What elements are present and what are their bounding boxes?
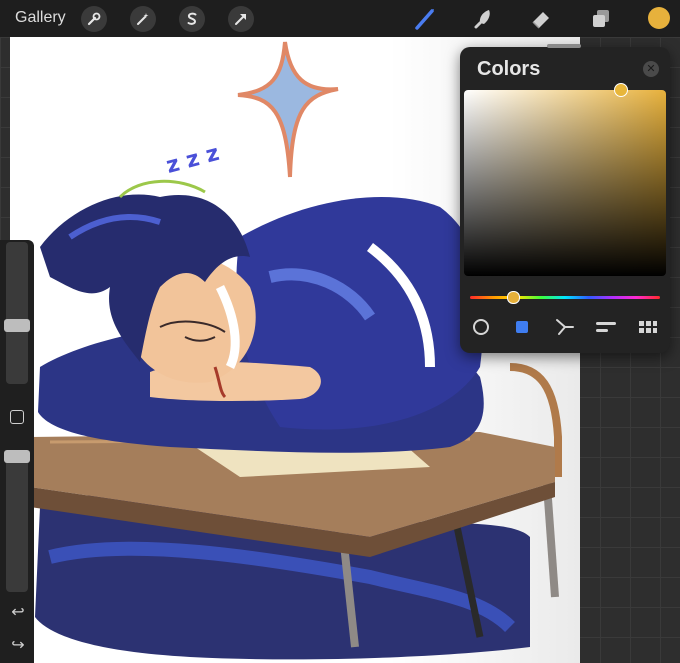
saturation-value-picker[interactable]: [464, 90, 666, 276]
selection-s-icon[interactable]: [179, 6, 205, 32]
modify-button[interactable]: [10, 410, 24, 424]
panel-title: Colors: [477, 58, 541, 80]
opacity-thumb[interactable]: [4, 450, 30, 463]
color-picker-knob[interactable]: [614, 83, 628, 97]
brush-size-thumb[interactable]: [4, 319, 30, 332]
active-color-swatch[interactable]: [648, 7, 670, 29]
classic-square-icon[interactable]: [510, 317, 534, 337]
opacity-slider[interactable]: [4, 450, 30, 592]
value-sliders-icon[interactable]: [594, 317, 618, 337]
smudge-icon[interactable]: [470, 6, 496, 32]
disc-icon[interactable]: [469, 317, 493, 337]
gallery-button[interactable]: Gallery: [15, 9, 66, 27]
wrench-icon[interactable]: [81, 6, 107, 32]
left-sidebar: ↩ ↪: [0, 240, 34, 663]
brush-icon[interactable]: [412, 6, 438, 32]
colors-panel: Colors ✕: [460, 44, 670, 353]
hue-slider-knob[interactable]: [507, 291, 520, 304]
harmony-icon[interactable]: [553, 317, 577, 337]
layers-icon[interactable]: [588, 6, 614, 32]
transform-arrow-icon[interactable]: [228, 6, 254, 32]
top-toolbar: Gallery: [0, 0, 680, 37]
palettes-icon[interactable]: [636, 317, 660, 337]
redo-button[interactable]: ↪: [9, 635, 27, 654]
hue-slider[interactable]: [470, 296, 660, 299]
close-icon[interactable]: ✕: [643, 61, 659, 77]
magic-wand-icon[interactable]: [130, 6, 156, 32]
undo-button[interactable]: ↩: [9, 602, 27, 621]
panel-drag-handle[interactable]: [547, 44, 581, 48]
eraser-icon[interactable]: [528, 6, 554, 32]
brush-size-slider[interactable]: [4, 242, 30, 384]
svg-text:z z z: z z z: [164, 141, 222, 179]
